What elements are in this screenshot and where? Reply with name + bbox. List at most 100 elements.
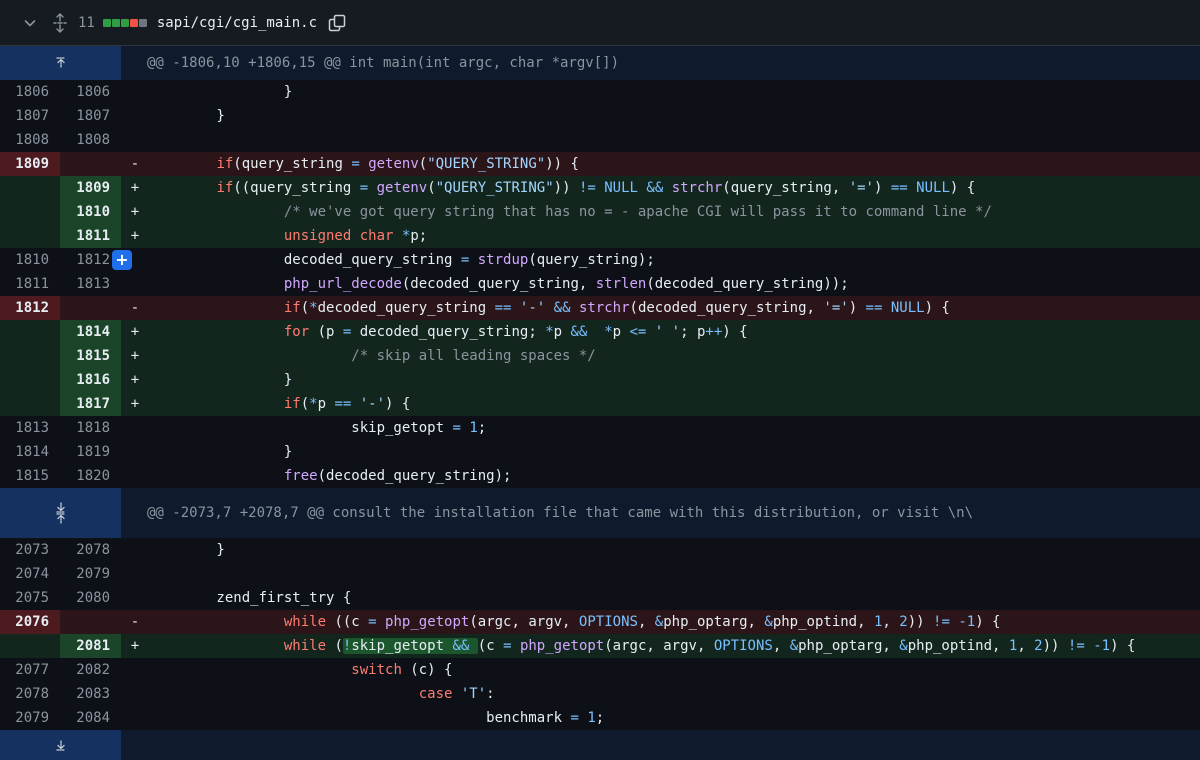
new-line-number[interactable]: 1819 [60, 440, 121, 464]
old-line-number[interactable]: 2077 [0, 658, 60, 682]
new-line-number[interactable]: 2078 [60, 538, 121, 562]
diff-sign: + [130, 180, 140, 196]
old-line-number[interactable]: 2074 [0, 562, 60, 586]
expand-down-icon[interactable] [54, 501, 68, 513]
hunk-header-text: @@ -1806,10 +1806,15 @@ int main(int arg… [147, 55, 620, 71]
old-line-number[interactable]: 2078 [0, 682, 60, 706]
old-line-number[interactable]: 1815 [0, 464, 60, 488]
diff-line[interactable]: 2078 2083 case 'T': [0, 682, 1200, 706]
new-line-number[interactable]: 1811 [60, 224, 121, 248]
new-line-number[interactable]: 1815 [60, 344, 121, 368]
diff-line[interactable]: 2075 2080 zend_first_try { [0, 586, 1200, 610]
diff-line-added[interactable]: 1809 + if((query_string = getenv("QUERY_S… [0, 176, 1200, 200]
old-line-number[interactable]: 1810 [0, 248, 60, 272]
new-line-number[interactable]: 1820 [60, 464, 121, 488]
old-line-number[interactable]: 1807 [0, 104, 60, 128]
code-line: } [149, 444, 293, 460]
code-line: while ((c = php_getopt(argc, argv, OPTIO… [283, 614, 1001, 630]
new-line-number[interactable]: 1813 [60, 272, 121, 296]
hunk-expander[interactable] [0, 730, 121, 760]
old-line-number[interactable]: 2076 [0, 610, 60, 634]
diff-line[interactable]: 2077 2082 switch (c) { [0, 658, 1200, 682]
old-line-number[interactable]: 2079 [0, 706, 60, 730]
new-line-number[interactable]: 1808 [60, 128, 121, 152]
diff-line-deleted[interactable]: 1809 - if(query_string = getenv("QUERY_ST… [0, 152, 1200, 176]
diff-line-added[interactable]: 1816 + } [0, 368, 1200, 392]
expand-up-icon[interactable] [54, 57, 68, 69]
plus-icon[interactable]: + [112, 250, 132, 270]
code-line: decoded_query_string = strdup(query_stri… [149, 252, 655, 268]
diffstat-block-added [120, 18, 129, 27]
code-line: if(*decoded_query_string == '-' && strch… [283, 300, 950, 316]
code-line: /* we've got query string that has no = … [283, 204, 992, 220]
new-line-number[interactable]: 1814 [60, 320, 121, 344]
diff-line[interactable]: 1813 1818 skip_getopt = 1; [0, 416, 1200, 440]
code-line: while (!skip_getopt && (c = php_getopt(a… [283, 638, 1136, 654]
copy-icon[interactable] [327, 13, 347, 33]
file-path[interactable]: sapi/cgi/cgi_main.c [157, 15, 317, 31]
new-line-number[interactable]: 1807 [60, 104, 121, 128]
new-line-number[interactable]: 2079 [60, 562, 121, 586]
diff-line[interactable]: 2073 2078 } [0, 538, 1200, 562]
new-line-number[interactable]: 1817 [60, 392, 121, 416]
old-line-number[interactable]: 1811 [0, 272, 60, 296]
diff-line-added[interactable]: 1810 + /* we've got query string that has… [0, 200, 1200, 224]
old-line-number[interactable]: 1809 [0, 152, 60, 176]
diffstat [102, 18, 147, 27]
diff-line[interactable]: 1815 1820 free(decoded_query_string); [0, 464, 1200, 488]
old-line-number[interactable]: 1806 [0, 80, 60, 104]
new-line-number[interactable]: 2082 [60, 658, 121, 682]
diff-sign: + [130, 638, 140, 654]
diff-line-added[interactable]: 1817 + if(*p == '-') { [0, 392, 1200, 416]
chevron-down-icon[interactable] [22, 15, 42, 31]
unfold-icon[interactable] [52, 12, 72, 33]
diffstat-block-deleted [129, 18, 138, 27]
diff-line-added[interactable]: 1814 + for (p = decoded_query_string; *p … [0, 320, 1200, 344]
diff-line[interactable]: 1810 1812 decoded_query_string = strdup(q… [0, 248, 1200, 272]
hunk-expander[interactable] [0, 488, 121, 538]
code-line: } [149, 84, 293, 100]
code-line: for (p = decoded_query_string; *p && *p … [283, 324, 748, 340]
hunk-expander[interactable] [0, 46, 121, 80]
diff-sign: + [130, 348, 140, 364]
code-line: if((query_string = getenv("QUERY_STRING"… [216, 180, 976, 196]
new-line-number[interactable]: 1818 [60, 416, 121, 440]
diff-line[interactable]: 1807 1807 } [0, 104, 1200, 128]
old-line-number[interactable]: 2073 [0, 538, 60, 562]
diff-line-added[interactable]: 1811 + unsigned char *p; [0, 224, 1200, 248]
new-line-number[interactable]: 2080 [60, 586, 121, 610]
old-line-number[interactable]: 2075 [0, 586, 60, 610]
diff-line[interactable]: 1806 1806 } [0, 80, 1200, 104]
code-line: } [149, 542, 225, 558]
new-line-number[interactable]: 2081 [60, 634, 121, 658]
code-line: zend_first_try { [149, 590, 352, 606]
diff-sign: + [130, 396, 140, 412]
diff-line-added[interactable]: 2081 + while (!skip_getopt && (c = php_ge… [0, 634, 1200, 658]
new-line-number[interactable]: 1810 [60, 200, 121, 224]
old-line-number[interactable]: 1812 [0, 296, 60, 320]
diff-line[interactable]: 1811 1813 php_url_decode(decoded_query_st… [0, 272, 1200, 296]
code-line: skip_getopt = 1; [149, 420, 487, 436]
diff-line[interactable]: 1814 1819 } [0, 440, 1200, 464]
new-line-number[interactable]: 2083 [60, 682, 121, 706]
diff-line[interactable]: 2074 2079 [0, 562, 1200, 586]
new-line-number[interactable]: 2084 [60, 706, 121, 730]
new-line-number[interactable]: 1806 [60, 80, 121, 104]
diff-sign: - [130, 156, 140, 172]
diff-line[interactable]: 1808 1808 [0, 128, 1200, 152]
old-line-number[interactable]: 1813 [0, 416, 60, 440]
code-line: } [149, 108, 225, 124]
diff-sign: + [130, 372, 140, 388]
changes-count: 11 [78, 14, 95, 31]
expand-up-icon[interactable] [54, 513, 68, 525]
old-line-number[interactable]: 1808 [0, 128, 60, 152]
diff-line-added[interactable]: 1815 + /* skip all leading spaces */ [0, 344, 1200, 368]
diff-line[interactable]: 2079 2084 benchmark = 1; [0, 706, 1200, 730]
expand-down-icon[interactable] [54, 739, 68, 751]
diff-line-deleted[interactable]: 2076 - while ((c = php_getopt(argc, argv,… [0, 610, 1200, 634]
diff-sign: + [130, 324, 140, 340]
new-line-number[interactable]: 1816 [60, 368, 121, 392]
old-line-number[interactable]: 1814 [0, 440, 60, 464]
new-line-number[interactable]: 1809 [60, 176, 121, 200]
diff-line-deleted[interactable]: 1812 - if(*decoded_query_string == '-' &&… [0, 296, 1200, 320]
